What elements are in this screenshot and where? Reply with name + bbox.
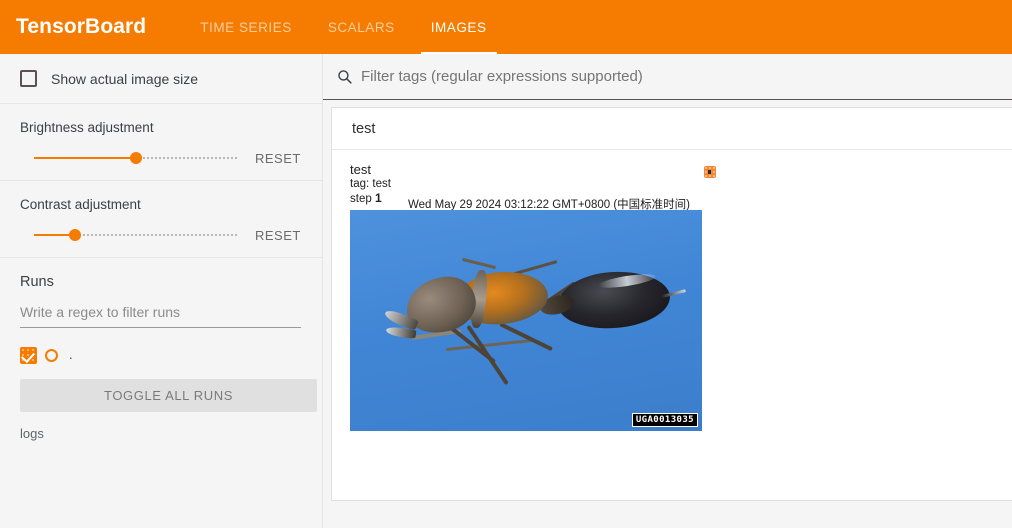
app-brand: TensorBoard — [0, 0, 164, 54]
settings-sidebar: Show actual image size Brightness adjust… — [0, 54, 323, 528]
brightness-section: Brightness adjustment RESET — [0, 104, 322, 181]
runs-section: Runs . TOGGLE ALL RUNS logs — [0, 258, 322, 451]
tag-group-title[interactable]: test — [332, 108, 1012, 150]
image-preview[interactable]: UGA0013035 — [350, 210, 702, 431]
ant-leg — [446, 339, 534, 351]
show-actual-image-size-label: Show actual image size — [51, 71, 198, 87]
ant-leg — [466, 325, 508, 385]
runs-filter-wrap — [20, 304, 301, 328]
run-color-swatch-icon[interactable] — [704, 166, 716, 178]
actual-size-section: Show actual image size — [0, 54, 322, 104]
contrast-reset-button[interactable]: RESET — [255, 228, 301, 243]
tab-time-series[interactable]: TIME SERIES — [182, 0, 310, 54]
card-run-name: test — [350, 162, 702, 177]
run-name-label: . — [69, 350, 73, 360]
runs-filter-input[interactable] — [20, 304, 301, 320]
tag-filter-input[interactable] — [361, 68, 1012, 85]
tab-scalars[interactable]: SCALARS — [310, 0, 413, 54]
runs-title: Runs — [20, 274, 304, 290]
search-icon — [336, 68, 354, 85]
card-area: test tag: test step 1 Wed May 29 2024 03… — [332, 150, 1012, 431]
logs-label: logs — [20, 426, 304, 441]
brightness-title: Brightness adjustment — [20, 120, 304, 135]
brightness-slider-thumb[interactable] — [130, 152, 142, 164]
brightness-reset-button[interactable]: RESET — [255, 151, 301, 166]
card-step-label: step — [350, 193, 372, 205]
run-list-item[interactable]: . — [20, 345, 304, 365]
contrast-section: Contrast adjustment RESET — [0, 181, 322, 258]
show-actual-image-size-toggle[interactable]: Show actual image size — [0, 54, 322, 103]
main-content: test test tag: test step 1 Wed May 29 20… — [323, 54, 1012, 528]
tag-group-card: test test tag: test step 1 Wed May 29 20… — [331, 107, 1012, 501]
show-actual-image-size-checkbox[interactable] — [20, 70, 37, 87]
ant-antenna-icon — [462, 258, 496, 269]
contrast-slider-thumb[interactable] — [69, 229, 81, 241]
tab-images[interactable]: IMAGES — [413, 0, 505, 54]
image-card: test tag: test step 1 Wed May 29 2024 03… — [350, 162, 702, 431]
card-step-value: 1 — [375, 191, 382, 205]
ant-leg — [499, 322, 553, 351]
contrast-row: RESET — [20, 226, 304, 244]
card-metadata: test tag: test step 1 Wed May 29 2024 03… — [350, 162, 702, 210]
brightness-slider[interactable] — [34, 149, 237, 167]
image-watermark: UGA0013035 — [632, 413, 698, 427]
brightness-slider-fill — [34, 157, 136, 159]
body-wrap: Show actual image size Brightness adjust… — [0, 54, 1012, 528]
run-color-circle-icon — [45, 349, 58, 362]
tag-filter-bar — [323, 54, 1012, 100]
contrast-slider[interactable] — [34, 226, 237, 244]
nav-tabs: TIME SERIES SCALARS IMAGES — [182, 0, 504, 54]
brightness-row: RESET — [20, 149, 304, 167]
toggle-all-runs-button[interactable]: TOGGLE ALL RUNS — [20, 379, 317, 412]
card-tag-label: tag: test — [350, 177, 702, 191]
app-header: TensorBoard TIME SERIES SCALARS IMAGES — [0, 0, 1012, 54]
run-checkbox[interactable] — [20, 347, 37, 364]
contrast-title: Contrast adjustment — [20, 197, 304, 212]
